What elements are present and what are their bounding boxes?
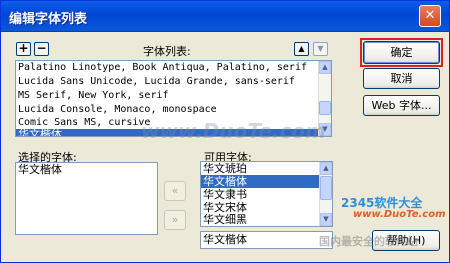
watermark-bottom: 国内最安全的软件站 xyxy=(319,235,418,248)
font-name-input[interactable]: 华文楷体 xyxy=(200,231,333,249)
double-left-arrow-icon: « xyxy=(171,184,179,197)
font-list-item[interactable]: Lucida Sans Unicode, Lucida Grande, sans… xyxy=(16,75,331,89)
move-right-button[interactable]: » xyxy=(164,210,186,230)
scrollbar-thumb[interactable] xyxy=(320,176,332,200)
font-list-item[interactable]: Lucida Console, Monaco, monospace xyxy=(16,103,331,117)
watermark-text: www.DuoTe.com xyxy=(141,119,326,143)
watermark-logo-url: www.DuoTe.com xyxy=(353,209,446,220)
font-list-item[interactable]: MS Serif, New York, serif xyxy=(16,89,331,103)
title-bar[interactable]: 编辑字体列表 ✕ xyxy=(1,1,449,32)
double-right-arrow-icon: » xyxy=(171,213,179,226)
scroll-up-arrow-icon[interactable]: ▲ xyxy=(320,162,332,175)
cancel-button-label: 取消 xyxy=(390,72,413,85)
dialog-title: 编辑字体列表 xyxy=(9,12,88,27)
minus-icon: − xyxy=(36,41,47,55)
add-font-button[interactable]: + xyxy=(16,42,31,56)
web-fonts-button[interactable]: Web 字体... xyxy=(363,95,440,116)
plus-icon: + xyxy=(18,41,29,55)
move-left-button[interactable]: « xyxy=(164,181,186,201)
arrow-up-icon: ▲ xyxy=(298,44,305,53)
ok-button-label: 确定 xyxy=(390,46,413,59)
scroll-up-arrow-icon[interactable]: ▲ xyxy=(319,61,331,74)
font-name-input-value: 华文楷体 xyxy=(203,233,247,246)
available-font-item[interactable]: 华文细黑 xyxy=(201,214,332,226)
selected-fonts-list[interactable]: 华文楷体 xyxy=(15,162,158,235)
font-list-item[interactable]: Palatino Linotype, Book Antiqua, Palatin… xyxy=(16,61,331,75)
close-button[interactable]: ✕ xyxy=(419,5,441,27)
arrow-down-icon: ▼ xyxy=(317,44,324,53)
cancel-button[interactable]: 取消 xyxy=(363,68,440,89)
scroll-down-arrow-icon[interactable]: ▼ xyxy=(320,213,332,226)
selected-font-item[interactable]: 华文楷体 xyxy=(16,163,157,177)
available-font-item[interactable]: 华文琥珀 xyxy=(201,162,332,175)
available-fonts-list[interactable]: 华文琥珀 华文楷体 华文隶书 华文宋体 华文细黑 ▲ ▼ xyxy=(200,161,333,227)
ok-button[interactable]: 确定 xyxy=(363,41,440,64)
available-font-item[interactable]: 华文宋体 xyxy=(201,201,332,214)
close-icon: ✕ xyxy=(424,8,436,23)
available-fonts-scrollbar[interactable]: ▲ ▼ xyxy=(319,162,332,226)
move-up-button[interactable]: ▲ xyxy=(294,42,309,56)
dialog-window: 编辑字体列表 ✕ + − 字体列表: ▲ ▼ Palatino Linotype… xyxy=(0,0,450,263)
move-down-button[interactable]: ▼ xyxy=(313,42,328,56)
scrollbar-thumb[interactable] xyxy=(319,101,331,115)
remove-font-button[interactable]: − xyxy=(34,42,49,56)
font-list-label: 字体列表: xyxy=(143,45,191,58)
available-font-item-selected[interactable]: 华文楷体 xyxy=(201,175,320,188)
web-fonts-button-label: Web 字体... xyxy=(371,99,432,112)
available-font-item[interactable]: 华文隶书 xyxy=(201,188,332,201)
